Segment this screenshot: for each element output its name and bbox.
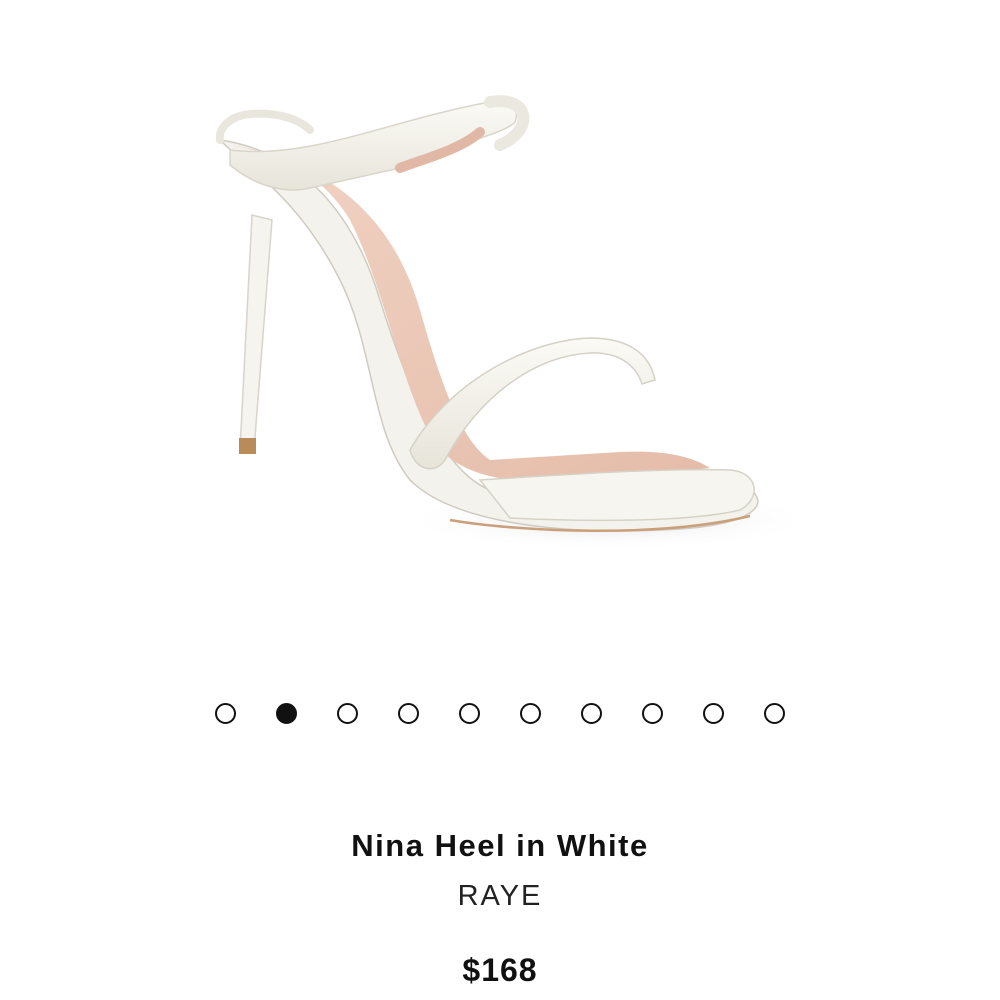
product-photo-heel-icon: [215, 95, 810, 550]
carousel-dot[interactable]: [398, 702, 419, 724]
image-carousel-dots: [0, 700, 1000, 726]
product-price: $168: [462, 952, 538, 988]
carousel-dot-active[interactable]: [276, 702, 297, 724]
product-image[interactable]: [0, 0, 1000, 660]
carousel-dot[interactable]: [581, 702, 602, 724]
brand-name[interactable]: RAYE: [0, 880, 1000, 913]
product-title: Nina Heel in White: [351, 828, 649, 863]
carousel-dot[interactable]: [459, 702, 480, 724]
carousel-dot[interactable]: [337, 702, 358, 724]
carousel-dot[interactable]: [764, 702, 785, 724]
carousel-dot[interactable]: [215, 702, 236, 724]
carousel-dot[interactable]: [703, 702, 724, 724]
carousel-dot[interactable]: [642, 702, 663, 724]
carousel-dot[interactable]: [520, 702, 541, 724]
